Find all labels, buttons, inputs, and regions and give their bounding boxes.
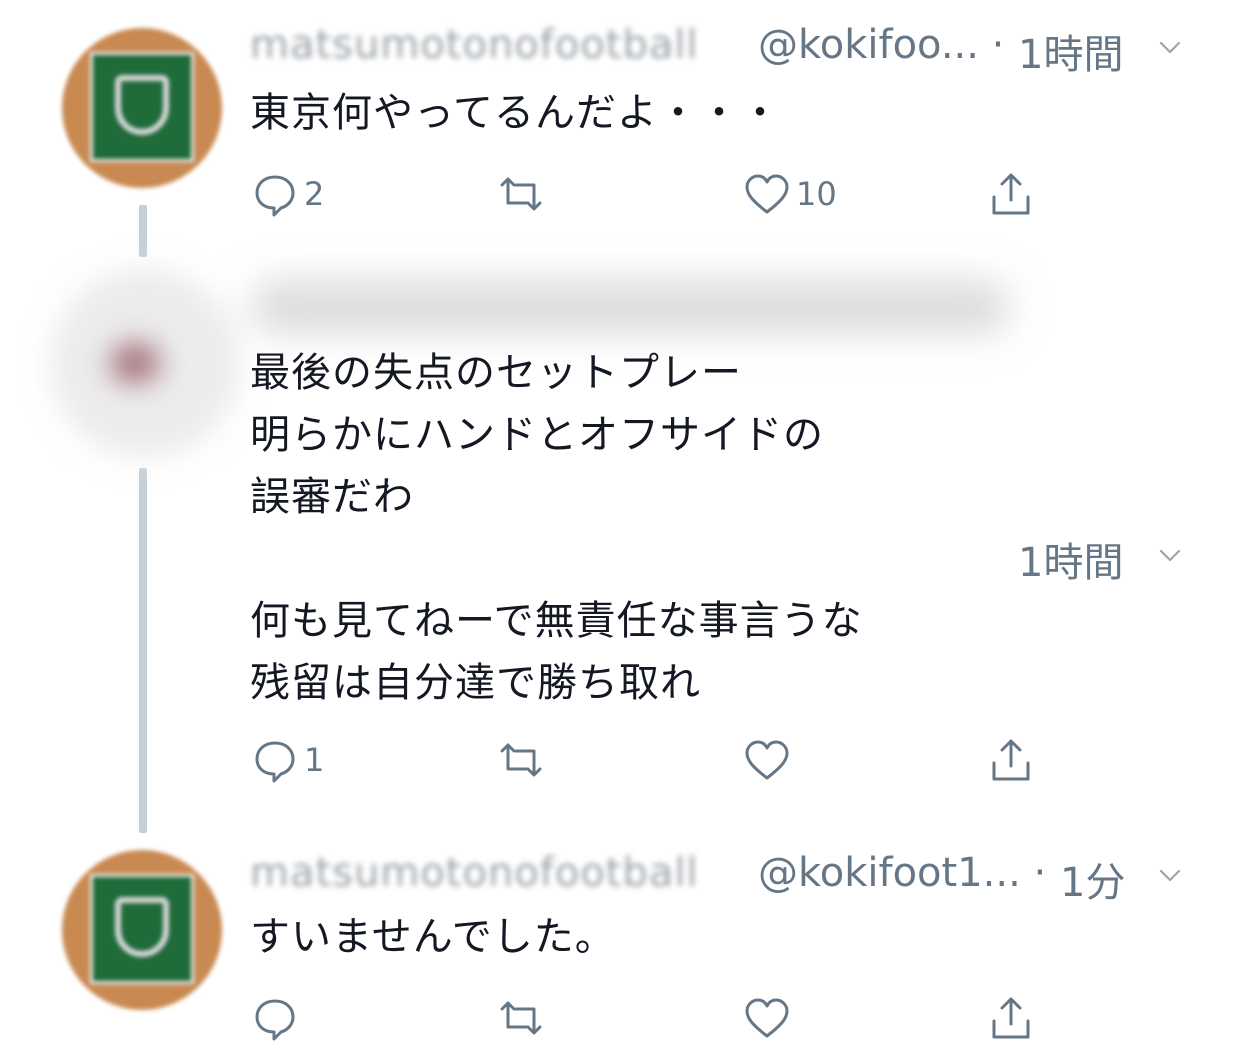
- tweet-text: 東京何やってるんだよ・・・: [250, 90, 781, 136]
- like-count: 10: [796, 175, 837, 213]
- avatar[interactable]: [50, 268, 240, 458]
- like-button[interactable]: [742, 990, 792, 1046]
- share-button[interactable]: [986, 166, 1036, 222]
- share-button[interactable]: [986, 990, 1036, 1046]
- reply-button[interactable]: 2: [250, 166, 324, 222]
- share-icon: [992, 739, 1030, 781]
- retweet-icon: [500, 177, 542, 211]
- retweet-button[interactable]: [496, 990, 546, 1046]
- like-button[interactable]: [742, 732, 792, 788]
- share-icon: [992, 173, 1030, 215]
- reply-icon: [255, 741, 295, 783]
- timestamp[interactable]: 1時間: [1018, 530, 1123, 588]
- retweet-icon: [500, 743, 542, 777]
- avatar[interactable]: [62, 850, 222, 1010]
- retweet-button[interactable]: [496, 732, 546, 788]
- retweet-icon: [500, 1001, 542, 1035]
- tweet-2[interactable]: 1時間 最後の失点のセットプレー 明らかにハンドとオフサイドの 誤審だわ 何も見…: [0, 250, 1242, 820]
- timestamp[interactable]: 1時間: [1018, 22, 1123, 80]
- user-name[interactable]: matsumotonofootball: [250, 22, 699, 68]
- user-handle[interactable]: @kokifoo... ·: [758, 22, 1004, 68]
- chevron-down-icon[interactable]: [1158, 544, 1182, 568]
- share-button[interactable]: [986, 732, 1036, 788]
- user-name: [250, 280, 1010, 334]
- like-button[interactable]: 10: [742, 166, 837, 222]
- tweet-3[interactable]: matsumotonofootball @kokifoot1... · 1分 す…: [0, 820, 1242, 1061]
- heart-icon: [745, 740, 789, 780]
- reply-count: 1: [304, 741, 325, 779]
- heart-icon: [745, 174, 789, 214]
- share-icon: [992, 997, 1030, 1039]
- reply-icon: [255, 999, 295, 1041]
- tweet-text: 最後の失点のセットプレー 明らかにハンドとオフサイドの 誤審だわ 何も見てねーで…: [250, 350, 863, 706]
- tweet-text: すいませんでした。: [250, 914, 616, 960]
- chevron-down-icon[interactable]: [1158, 864, 1182, 888]
- timestamp[interactable]: 1分: [1060, 850, 1125, 908]
- chevron-down-icon[interactable]: [1158, 36, 1182, 60]
- reply-count: 2: [304, 175, 325, 213]
- heart-icon: [745, 998, 789, 1038]
- avatar[interactable]: [62, 28, 222, 188]
- user-handle[interactable]: @kokifoot1... ·: [758, 850, 1046, 896]
- tweet-1[interactable]: matsumotonofootball @kokifoo... · 1時間 東京…: [0, 0, 1242, 250]
- reply-icon: [255, 175, 295, 217]
- reply-button[interactable]: 1: [250, 732, 324, 788]
- retweet-button[interactable]: [496, 166, 546, 222]
- user-name[interactable]: matsumotonofootball: [250, 850, 699, 896]
- reply-button[interactable]: [250, 990, 300, 1046]
